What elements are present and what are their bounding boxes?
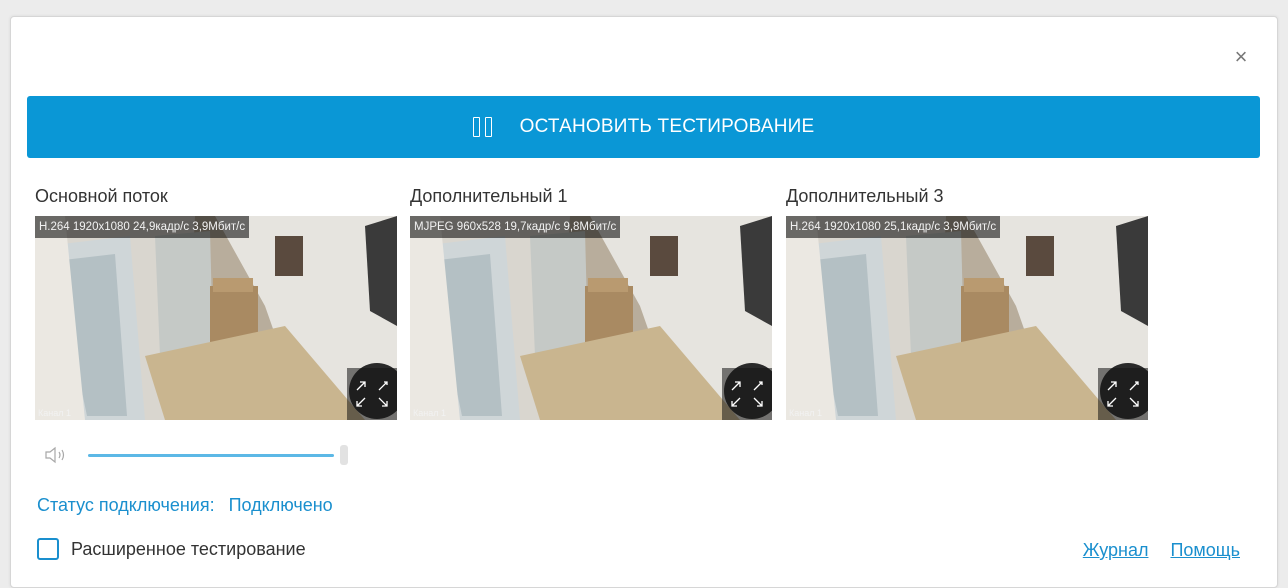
channel-label: Канал 1 [413, 408, 446, 418]
extended-testing-checkbox[interactable] [37, 538, 59, 560]
video-preview[interactable]: H.264 1920x1080 25,1кадр/с 3,9Мбит/с Кан… [786, 216, 1148, 420]
stream-title: Основной поток [35, 186, 168, 206]
channel-label: Канал 1 [789, 408, 822, 418]
pause-icon [472, 117, 492, 137]
channel-label: Канал 1 [38, 408, 71, 418]
stop-testing-button[interactable]: ОСТАНОВИТЬ ТЕСТИРОВАНИЕ [27, 96, 1260, 158]
help-link[interactable]: Помощь [1170, 540, 1240, 560]
status-value: Подключено [228, 495, 333, 515]
stream-secondary-3: Дополнительный 3 H.264 1920x1080 25,1кад… [786, 185, 1148, 420]
stream-main: Основной поток H.264 1920x1080 24,9кадр/… [35, 185, 397, 420]
status-label: Статус подключения: [37, 495, 215, 515]
test-dialog: × ОСТАНОВИТЬ ТЕСТИРОВАНИЕ Основной поток [10, 16, 1278, 588]
video-preview[interactable]: MJPEG 960x528 19,7кадр/с 9,8Мбит/с Канал… [410, 216, 772, 420]
connection-status: Статус подключения: Подключено [37, 495, 333, 516]
close-button[interactable]: × [1231, 46, 1251, 68]
stream-info: MJPEG 960x528 19,7кадр/с 9,8Мбит/с [410, 216, 621, 238]
footer-links: Журнал Помощь [1061, 540, 1240, 561]
camera-frame [35, 216, 397, 420]
journal-link[interactable]: Журнал [1083, 540, 1149, 560]
extended-testing-label: Расширенное тестирование [71, 538, 306, 559]
expand-icon[interactable] [722, 368, 772, 420]
stop-testing-label: ОСТАНОВИТЬ ТЕСТИРОВАНИЕ [519, 116, 815, 137]
expand-icon[interactable] [347, 368, 397, 420]
stream-info: H.264 1920x1080 25,1кадр/с 3,9Мбит/с [786, 216, 1001, 238]
extended-testing-row[interactable]: Расширенное тестирование [37, 538, 306, 560]
volume-slider-thumb[interactable] [340, 445, 348, 465]
video-preview[interactable]: H.264 1920x1080 24,9кадр/с 3,9Мбит/с Кан… [35, 216, 397, 420]
camera-frame [786, 216, 1148, 420]
stream-info: H.264 1920x1080 24,9кадр/с 3,9Мбит/с [35, 216, 250, 238]
expand-icon[interactable] [1098, 368, 1148, 420]
stream-secondary-1: Дополнительный 1 MJPEG 960x528 19,7кадр/… [410, 185, 772, 420]
stream-title: Дополнительный 3 [786, 186, 944, 206]
camera-frame [410, 216, 772, 420]
volume-slider-track[interactable] [88, 454, 334, 457]
volume-control [44, 445, 364, 465]
stream-title: Дополнительный 1 [410, 186, 568, 206]
speaker-icon[interactable] [44, 445, 74, 465]
